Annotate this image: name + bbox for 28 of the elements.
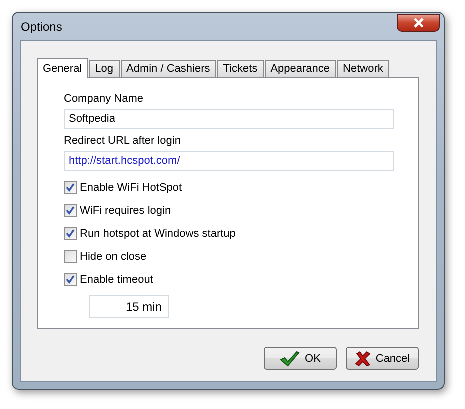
cross-icon [354, 350, 371, 366]
close-icon [412, 18, 424, 28]
input-field[interactable]: Softpedia [64, 109, 394, 129]
checkbox[interactable] [64, 204, 77, 217]
checkbox[interactable] [64, 273, 77, 286]
checkbox-label: Hide on close [80, 250, 147, 262]
checkmark-icon [280, 350, 300, 366]
tab[interactable]: Admin / Cashiers [120, 60, 216, 77]
window-title: Options [21, 20, 62, 34]
tab[interactable]: Appearance [264, 60, 336, 77]
input-field[interactable]: http://start.hcspot.com/ [64, 151, 394, 171]
checkbox-label: WiFi requires login [80, 204, 172, 216]
checkbox-label: Enable WiFi HotSpot [80, 182, 182, 194]
checkbox[interactable] [64, 250, 77, 263]
cancel-button[interactable]: Cancel [346, 347, 419, 370]
checkbox[interactable] [64, 181, 77, 194]
timeout-field[interactable]: 15 min [89, 295, 169, 318]
ok-button[interactable]: OK [264, 347, 337, 370]
tab[interactable]: Log [89, 60, 120, 77]
field-label: Redirect URL after login [64, 134, 182, 149]
tab[interactable]: General [37, 58, 88, 78]
tab[interactable]: Network [337, 60, 390, 77]
tab[interactable]: Tickets [217, 60, 264, 77]
checkbox-label: Enable timeout [80, 274, 154, 286]
field-label: Company Name [64, 92, 144, 107]
close-button[interactable] [397, 14, 440, 32]
checkbox[interactable] [64, 227, 77, 240]
checkbox-label: Run hotspot at Windows startup [80, 228, 236, 240]
